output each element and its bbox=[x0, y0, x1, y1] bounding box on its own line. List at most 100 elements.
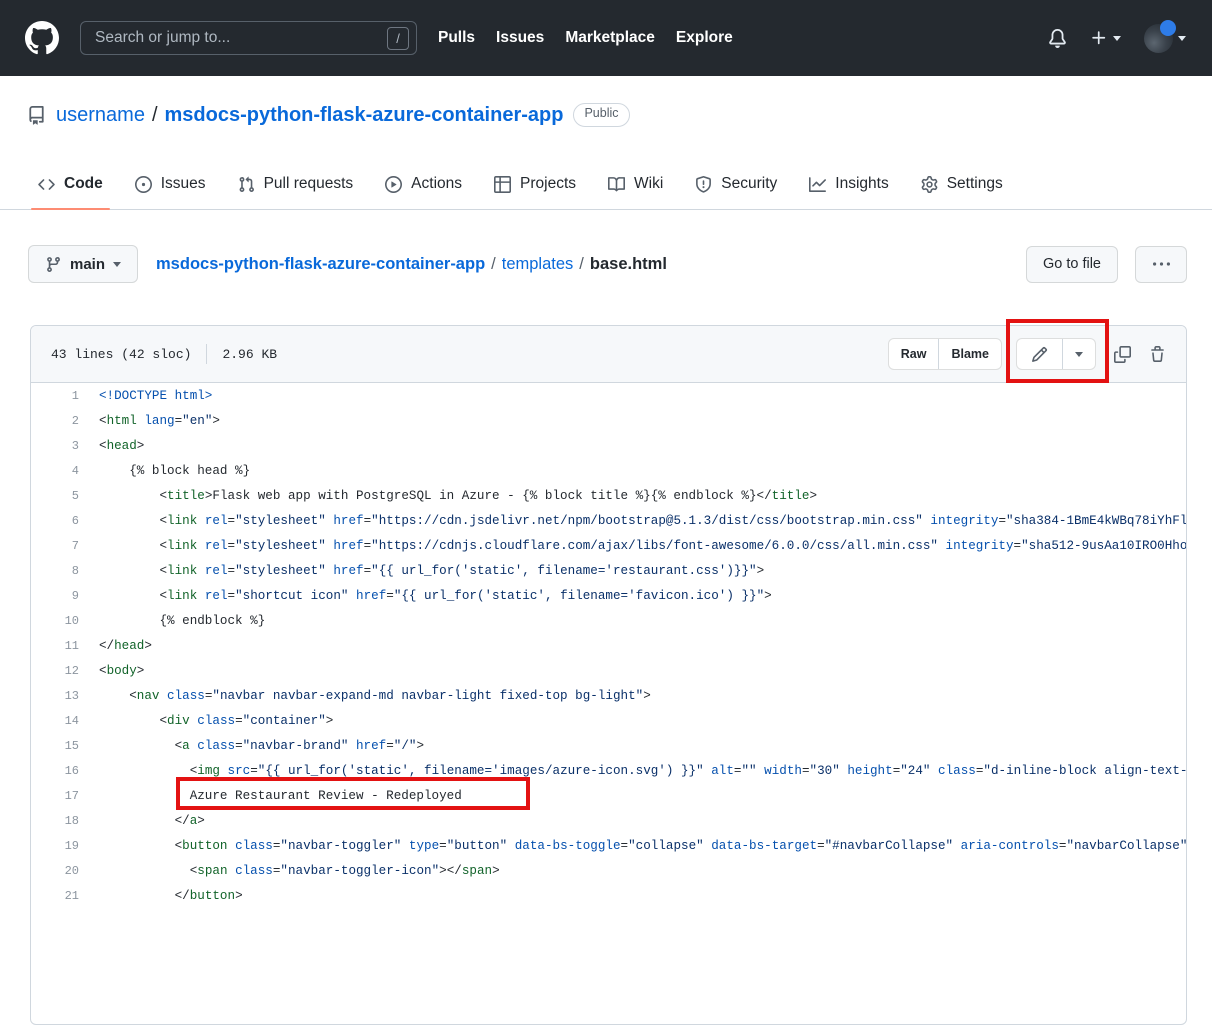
code-line-18: 18 </a> bbox=[31, 809, 1186, 834]
tab-label: Security bbox=[721, 175, 777, 193]
code-line-content: </a> bbox=[79, 809, 205, 834]
code-line-content: <link rel="stylesheet" href="https://cdn… bbox=[79, 509, 1186, 534]
code-line-content: <a class="navbar-brand" href="/"> bbox=[79, 734, 424, 759]
user-menu-button[interactable] bbox=[1144, 24, 1186, 53]
line-number[interactable]: 19 bbox=[31, 834, 79, 859]
create-new-button[interactable] bbox=[1090, 29, 1121, 47]
tab-label: Issues bbox=[161, 175, 206, 193]
tab-wiki[interactable]: Wiki bbox=[592, 162, 679, 209]
table-icon bbox=[494, 176, 511, 193]
header-nav-explore[interactable]: Explore bbox=[676, 29, 733, 47]
code-line-content: <img src="{{ url_for('static', filename=… bbox=[79, 759, 1186, 784]
branch-name: main bbox=[70, 256, 105, 273]
code-view: 1<!DOCTYPE html>2<html lang="en">3<head>… bbox=[31, 383, 1186, 909]
code-line-13: 13 <nav class="navbar navbar-expand-md n… bbox=[31, 684, 1186, 709]
repo-icon bbox=[27, 106, 46, 125]
repo-owner-link[interactable]: username bbox=[56, 104, 145, 127]
tab-label: Wiki bbox=[634, 175, 663, 193]
git-branch-icon bbox=[45, 256, 62, 273]
line-number[interactable]: 9 bbox=[31, 584, 79, 609]
header-right bbox=[1048, 24, 1186, 53]
more-options-button[interactable] bbox=[1135, 246, 1187, 283]
tab-security[interactable]: Security bbox=[679, 162, 793, 209]
lines-info: 43 lines (42 sloc) bbox=[51, 347, 191, 362]
line-number[interactable]: 15 bbox=[31, 734, 79, 759]
file-nav-row: main msdocs-python-flask-azure-container… bbox=[0, 245, 1212, 283]
code-line-content: <link rel="stylesheet" href="https://cdn… bbox=[79, 534, 1186, 559]
line-number[interactable]: 1 bbox=[31, 384, 79, 409]
chevron-down-icon bbox=[1178, 36, 1186, 41]
line-number[interactable]: 14 bbox=[31, 709, 79, 734]
breadcrumb-link[interactable]: msdocs-python-flask-azure-container-app bbox=[156, 255, 485, 273]
tab-settings[interactable]: Settings bbox=[905, 162, 1019, 209]
line-number[interactable]: 10 bbox=[31, 609, 79, 634]
bell-icon[interactable] bbox=[1048, 29, 1067, 48]
code-line-15: 15 <a class="navbar-brand" href="/"> bbox=[31, 734, 1186, 759]
line-number[interactable]: 4 bbox=[31, 459, 79, 484]
line-number[interactable]: 16 bbox=[31, 759, 79, 784]
line-number[interactable]: 2 bbox=[31, 409, 79, 434]
line-number[interactable]: 6 bbox=[31, 509, 79, 534]
repo-slash: / bbox=[152, 104, 158, 127]
line-number[interactable]: 5 bbox=[31, 484, 79, 509]
plus-icon bbox=[1090, 29, 1108, 47]
tab-label: Pull requests bbox=[264, 175, 354, 193]
raw-blame-group: Raw Blame bbox=[888, 338, 1002, 370]
github-logo-icon[interactable] bbox=[25, 21, 59, 55]
go-to-file-button[interactable]: Go to file bbox=[1026, 246, 1118, 283]
issue-opened-icon bbox=[135, 176, 152, 193]
raw-button[interactable]: Raw bbox=[889, 339, 939, 369]
code-line-8: 8 <link rel="stylesheet" href="{{ url_fo… bbox=[31, 559, 1186, 584]
edit-dropdown-button[interactable] bbox=[1062, 339, 1095, 369]
tab-insights[interactable]: Insights bbox=[793, 162, 904, 209]
header-nav-marketplace[interactable]: Marketplace bbox=[565, 29, 655, 47]
line-number[interactable]: 12 bbox=[31, 659, 79, 684]
tab-label: Projects bbox=[520, 175, 576, 193]
line-number[interactable]: 21 bbox=[31, 884, 79, 909]
code-line-content: </head> bbox=[79, 634, 152, 659]
blame-button[interactable]: Blame bbox=[938, 339, 1001, 369]
branch-selector[interactable]: main bbox=[28, 245, 138, 283]
code-line-2: 2<html lang="en"> bbox=[31, 409, 1186, 434]
tab-actions[interactable]: Actions bbox=[369, 162, 478, 209]
tab-label: Insights bbox=[835, 175, 888, 193]
code-line-content: <div class="container"> bbox=[79, 709, 333, 734]
code-line-16: 16 <img src="{{ url_for('static', filena… bbox=[31, 759, 1186, 784]
code-icon bbox=[38, 176, 55, 193]
graph-icon bbox=[809, 176, 826, 193]
code-line-content: <html lang="en"> bbox=[79, 409, 220, 434]
repo-name-link[interactable]: msdocs-python-flask-azure-container-app bbox=[165, 104, 564, 127]
code-line-content: <!DOCTYPE html> bbox=[79, 384, 212, 409]
copy-file-button[interactable] bbox=[1114, 346, 1131, 363]
file-actions: Raw Blame bbox=[888, 338, 1166, 370]
code-line-content: <nav class="navbar navbar-expand-md navb… bbox=[79, 684, 651, 709]
header-nav-pulls[interactable]: Pulls bbox=[438, 29, 475, 47]
line-number[interactable]: 20 bbox=[31, 859, 79, 884]
tab-projects[interactable]: Projects bbox=[478, 162, 592, 209]
tab-code[interactable]: Code bbox=[22, 162, 119, 209]
avatar-status-dot bbox=[1160, 20, 1176, 36]
edit-file-button[interactable] bbox=[1017, 339, 1062, 369]
line-number[interactable]: 17 bbox=[31, 784, 79, 809]
tab-issues[interactable]: Issues bbox=[119, 162, 222, 209]
line-number[interactable]: 7 bbox=[31, 534, 79, 559]
header-nav-issues[interactable]: Issues bbox=[496, 29, 544, 47]
code-line-content: {% endblock %} bbox=[79, 609, 265, 634]
repo-tabs: Code Issues Pull requests Actions Projects Wi… bbox=[0, 162, 1212, 210]
line-number[interactable]: 13 bbox=[31, 684, 79, 709]
tab-pull-requests[interactable]: Pull requests bbox=[222, 162, 370, 209]
search-input[interactable] bbox=[93, 28, 387, 48]
breadcrumb-link[interactable]: templates bbox=[502, 255, 574, 273]
kebab-icon bbox=[1153, 256, 1170, 273]
git-pull-request-icon bbox=[238, 176, 255, 193]
delete-file-button[interactable] bbox=[1149, 346, 1166, 363]
play-icon bbox=[385, 176, 402, 193]
gear-icon bbox=[921, 176, 938, 193]
github-header: / PullsIssuesMarketplaceExplore bbox=[0, 0, 1212, 76]
line-number[interactable]: 3 bbox=[31, 434, 79, 459]
code-line-4: 4 {% block head %} bbox=[31, 459, 1186, 484]
code-line-content: <span class="navbar-toggler-icon"></span… bbox=[79, 859, 500, 884]
line-number[interactable]: 8 bbox=[31, 559, 79, 584]
line-number[interactable]: 18 bbox=[31, 809, 79, 834]
line-number[interactable]: 11 bbox=[31, 634, 79, 659]
